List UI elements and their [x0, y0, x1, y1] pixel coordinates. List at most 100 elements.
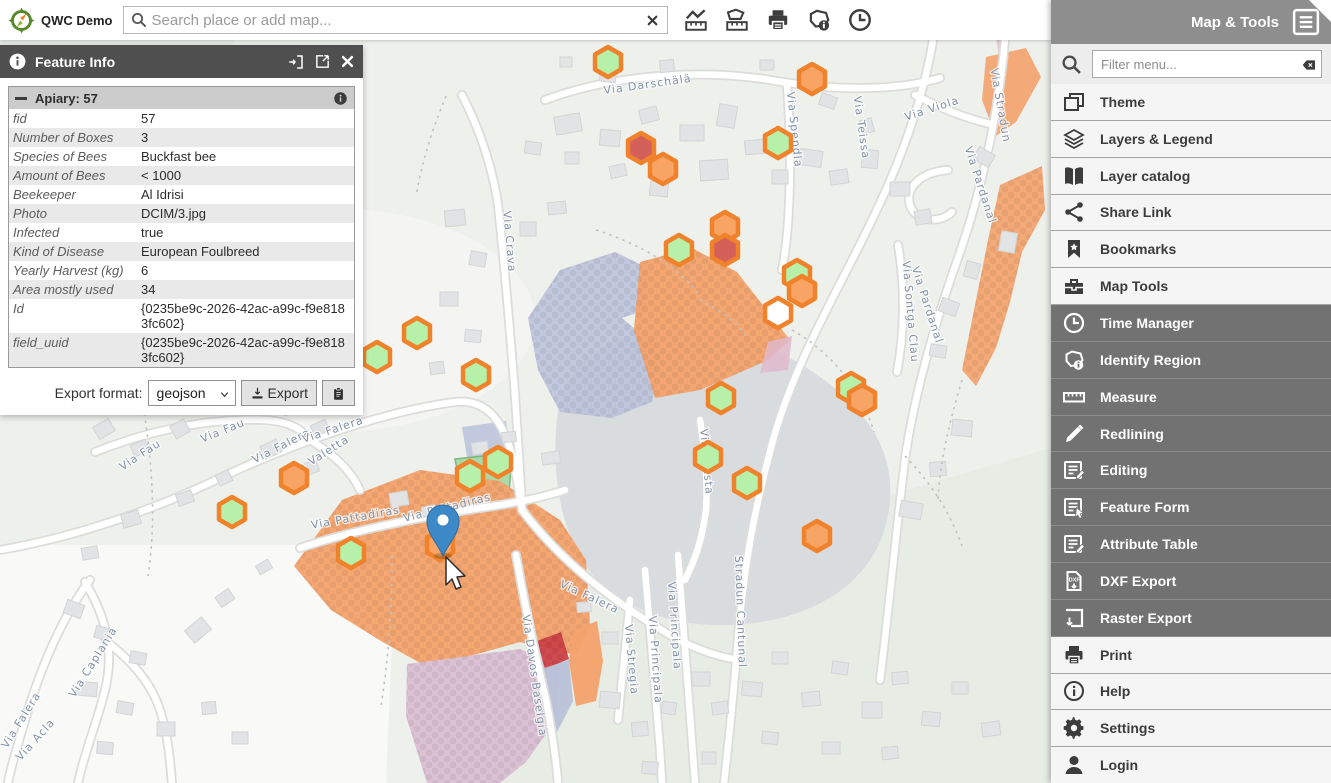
sidebar-item-settings[interactable]: Settings [1051, 710, 1331, 747]
top-toolbar: QWC Demo [0, 0, 1051, 40]
sidebar-item-label: Redlining [1100, 426, 1164, 442]
filter-menu-input[interactable] [1092, 50, 1322, 78]
feature-title: Apiary: 57 [35, 91, 333, 106]
apiary-marker-red[interactable] [628, 133, 654, 163]
sidebar-item-label: Login [1100, 757, 1138, 773]
attribute-value: {0235be9c-2026-42ac-a99c-f9e8183fc602} [141, 300, 354, 332]
apiary-marker-green[interactable] [666, 235, 692, 265]
sidebar-item-label: Share Link [1100, 204, 1172, 220]
export-format-label: Export format: [55, 385, 143, 401]
sidebar-item-identify-region[interactable]: Identify Region [1051, 342, 1331, 379]
sidebar-item-label: DXF Export [1100, 573, 1176, 589]
close-panel-button[interactable] [340, 54, 355, 69]
apiary-marker-green[interactable] [364, 342, 390, 372]
apiary-marker-green[interactable] [463, 360, 489, 390]
sidebar-item-feature-form[interactable]: Feature Form [1051, 489, 1331, 526]
apiary-marker-green[interactable] [595, 47, 621, 77]
editlist-icon [1062, 532, 1086, 556]
measure-area-button[interactable] [723, 6, 751, 34]
sidebar-item-layers-legend[interactable]: Layers & Legend [1051, 121, 1331, 158]
dock-panel-button[interactable] [287, 53, 305, 71]
raster-icon [1062, 606, 1086, 630]
measure-area-icon [724, 7, 750, 33]
toolbar-buttons [682, 6, 874, 34]
apiary-marker-green[interactable] [734, 468, 760, 498]
sidebar-item-label: Settings [1100, 720, 1155, 736]
apiary-marker-orange[interactable] [650, 154, 676, 184]
feature-attribute-row: Yearly Harvest (kg)6 [9, 261, 354, 280]
apiary-marker-orange[interactable] [804, 521, 830, 551]
apiary-marker-green[interactable] [485, 447, 511, 477]
sidebar-item-attribute-table[interactable]: Attribute Table [1051, 526, 1331, 563]
sidebar-item-editing[interactable]: Editing [1051, 452, 1331, 489]
apiary-marker-orange[interactable] [799, 64, 825, 94]
feature-attribute-row: PhotoDCIM/3.jpg [9, 204, 354, 223]
export-format-select[interactable]: geojson [148, 380, 236, 406]
sidebar-item-raster-export[interactable]: Raster Export [1051, 600, 1331, 637]
sidebar-item-dxf-export[interactable]: DXF Export [1051, 563, 1331, 600]
sidebar-item-label: Measure [1100, 389, 1157, 405]
attribute-value: Buckfast bee [141, 148, 354, 165]
attribute-label: Id [9, 300, 141, 332]
attribute-label: Infected [9, 224, 141, 241]
toolbox-icon [1062, 274, 1086, 298]
sidebar-item-label: Bookmarks [1100, 241, 1176, 257]
feature-attribute-row: Amount of Bees< 1000 [9, 166, 354, 185]
sidebar-item-label: Raster Export [1100, 610, 1192, 626]
sidebar-item-bookmarks[interactable]: Bookmarks [1051, 231, 1331, 268]
sidebar-item-print[interactable]: Print [1051, 637, 1331, 674]
dxf-icon [1062, 569, 1086, 593]
apiary-marker-green[interactable] [695, 442, 721, 472]
measure-line-icon [683, 7, 709, 33]
apiary-marker-green[interactable] [765, 128, 791, 158]
sidebar-item-label: Time Manager [1100, 315, 1194, 331]
detach-panel-button[interactable] [314, 53, 331, 70]
feature-attribute-row: Area mostly used34 [9, 280, 354, 299]
apiary-marker-green[interactable] [338, 538, 364, 568]
search-icon [130, 11, 148, 29]
apiary-marker-green[interactable] [457, 461, 483, 491]
sidebar-item-layer-catalog[interactable]: Layer catalog [1051, 158, 1331, 195]
attribute-value: DCIM/3.jpg [141, 205, 354, 222]
sidebar-item-map-tools[interactable]: Map Tools [1051, 268, 1331, 305]
sidebar-item-help[interactable]: Help [1051, 674, 1331, 711]
feature-section-header[interactable]: Apiary: 57 [9, 87, 354, 109]
measure-line-button[interactable] [682, 6, 710, 34]
feature-attribute-row: fid57 [9, 109, 354, 128]
app-menu-icon[interactable] [1291, 7, 1321, 37]
sidebar-item-time-manager[interactable]: Time Manager [1051, 305, 1331, 342]
sidebar-item-label: Print [1100, 647, 1132, 663]
collapse-icon[interactable] [15, 97, 27, 100]
attribute-value: true [141, 224, 354, 241]
feature-info-icon[interactable] [333, 91, 348, 106]
apiary-marker-red[interactable] [712, 235, 738, 265]
sidebar-item-login[interactable]: Login [1051, 747, 1331, 783]
apiary-marker-green[interactable] [708, 383, 734, 413]
sidebar-item-theme[interactable]: Theme [1051, 84, 1331, 121]
clear-search-icon[interactable] [646, 14, 659, 27]
print-button[interactable] [764, 6, 792, 34]
catalog-icon [1062, 164, 1086, 188]
export-button[interactable]: Export [241, 380, 317, 406]
apiary-marker-orange[interactable] [849, 385, 875, 415]
sidebar-title: Map & Tools [1191, 14, 1279, 31]
sidebar-item-measure[interactable]: Measure [1051, 379, 1331, 416]
search-input[interactable] [152, 12, 638, 29]
feature-attribute-row: Infectedtrue [9, 223, 354, 242]
copy-to-clipboard-button[interactable] [322, 380, 355, 406]
attribute-label: Area mostly used [9, 281, 141, 298]
identify-region-button[interactable] [805, 6, 833, 34]
apiary-marker-white[interactable] [765, 298, 791, 328]
backspace-icon[interactable] [1301, 57, 1317, 73]
apiary-marker-green[interactable] [219, 497, 245, 527]
apiary-marker-orange[interactable] [281, 463, 307, 493]
sidebar-header: Map & Tools [1051, 0, 1331, 44]
feature-attribute-row: field_uuid{0235be9c-2026-42ac-a99c-f9e81… [9, 333, 354, 367]
time-manager-button[interactable] [846, 6, 874, 34]
print-icon [1062, 643, 1086, 667]
sidebar-item-share-link[interactable]: Share Link [1051, 195, 1331, 232]
apiary-marker-green[interactable] [404, 318, 430, 348]
sidebar-item-redlining[interactable]: Redlining [1051, 416, 1331, 453]
apiary-marker-orange[interactable] [789, 276, 815, 306]
identify-region-icon [806, 7, 832, 33]
